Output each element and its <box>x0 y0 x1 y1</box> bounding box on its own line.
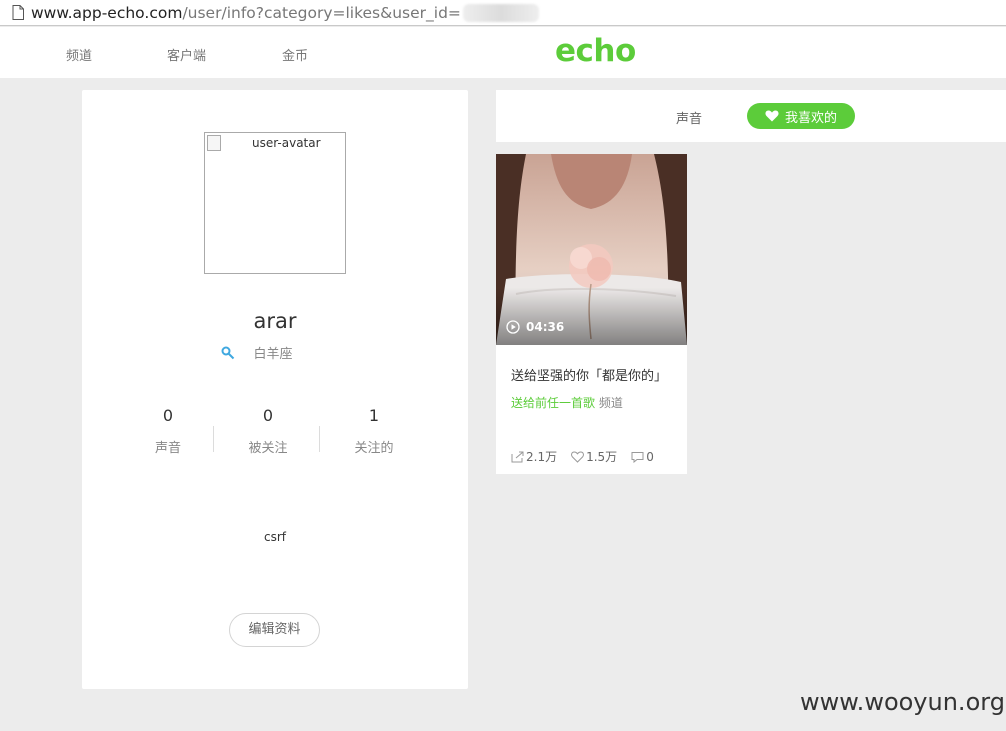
stat-followers-label: 被关注 <box>248 441 288 456</box>
like-count-text: 1.5万 <box>586 450 618 464</box>
channel-suffix: 频道 <box>598 396 623 410</box>
edit-profile-button[interactable]: 编辑资料 <box>229 613 320 647</box>
tab-sounds[interactable]: 声音 <box>676 108 702 127</box>
stats-divider <box>213 426 214 452</box>
stat-followers[interactable]: 0 被关注 <box>218 406 318 456</box>
stat-sounds[interactable]: 0 声音 <box>118 406 218 456</box>
content-tabs: 声音 我喜欢的 <box>496 90 1006 142</box>
aries-icon <box>221 346 235 359</box>
username: arar <box>253 309 297 333</box>
like-count[interactable]: 1.5万 <box>571 448 617 465</box>
heart-icon <box>765 110 779 122</box>
user-bio: csrf <box>263 530 286 544</box>
redacted-user-id <box>462 3 539 22</box>
comment-count[interactable]: 0 <box>631 450 654 464</box>
stat-followers-count: 0 <box>262 406 274 425</box>
watermark: www.wooyun.org <box>800 688 1005 716</box>
channel-link[interactable]: 送给前任一首歌 <box>511 396 595 410</box>
top-nav: 频道 客户端 金币 echo <box>0 27 1006 78</box>
share-count[interactable]: 2.1万 <box>511 448 557 465</box>
sound-card[interactable]: 04:36 送给坚强的你「都是你的」 送给前任一首歌 频道 2.1万 1.5万 … <box>496 154 687 474</box>
comment-count-text: 0 <box>646 449 654 464</box>
echo-logo[interactable]: echo <box>555 33 636 69</box>
duration-badge: 04:36 <box>506 320 564 334</box>
url-text[interactable]: www.app-echo.com/user/info?category=like… <box>31 4 461 22</box>
sound-channel: 送给前任一首歌 频道 <box>511 394 623 411</box>
share-count-text: 2.1万 <box>526 450 558 464</box>
sound-title[interactable]: 送给坚强的你「都是你的」 <box>511 365 681 384</box>
sound-cover-image[interactable]: 04:36 <box>496 154 687 345</box>
cover-illustration <box>496 154 687 345</box>
nav-item-client[interactable]: 客户端 <box>167 45 206 64</box>
stat-following[interactable]: 1 关注的 <box>324 406 424 456</box>
avatar-alt-text: user-avatar <box>252 136 321 150</box>
url-host: www.app-echo.com <box>31 3 183 22</box>
broken-image-icon <box>207 135 221 151</box>
sound-counts: 2.1万 1.5万 0 <box>511 448 668 465</box>
heart-outline-icon <box>571 450 585 463</box>
tab-likes[interactable]: 我喜欢的 <box>747 103 855 129</box>
stats-row: 0 声音 0 被关注 1 关注的 <box>114 406 438 456</box>
page-icon <box>12 5 24 20</box>
nav-item-coins[interactable]: 金币 <box>282 45 308 64</box>
zodiac-row: 白羊座 <box>82 343 468 362</box>
avatar[interactable]: user-avatar <box>204 132 346 274</box>
stats-divider <box>319 426 320 452</box>
nav-item-channels[interactable]: 频道 <box>66 45 92 64</box>
share-icon <box>511 451 524 462</box>
duration-text: 04:36 <box>526 320 565 334</box>
zodiac-label: 白羊座 <box>253 347 293 362</box>
stat-following-label: 关注的 <box>354 441 394 456</box>
tab-likes-label: 我喜欢的 <box>784 110 837 126</box>
url-path: /user/info?category=likes&user_id= <box>182 3 461 22</box>
stat-sounds-label: 声音 <box>154 441 181 456</box>
stat-following-count: 1 <box>368 406 380 425</box>
play-icon[interactable] <box>506 320 520 334</box>
stat-sounds-count: 0 <box>162 406 174 425</box>
profile-card: user-avatar arar 白羊座 0 声音 0 被关注 1 关注的 cs… <box>82 90 468 689</box>
comment-icon <box>631 451 644 463</box>
address-bar[interactable]: www.app-echo.com/user/info?category=like… <box>0 0 1006 26</box>
